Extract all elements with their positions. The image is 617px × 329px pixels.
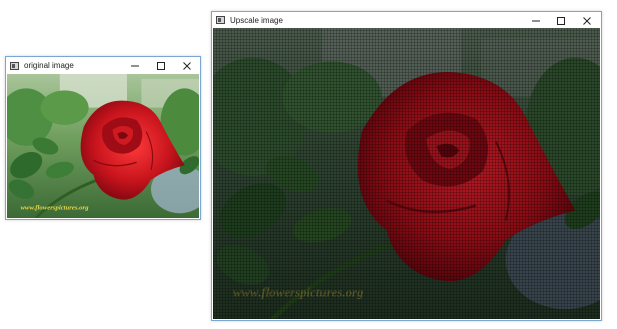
maximize-button[interactable] bbox=[548, 12, 574, 29]
close-button[interactable] bbox=[574, 12, 600, 29]
watermark-text: www.flowerspictures.org bbox=[20, 204, 89, 211]
close-icon bbox=[583, 16, 591, 25]
title-bar[interactable]: Upscale image bbox=[212, 12, 601, 28]
minimize-button[interactable] bbox=[523, 12, 549, 29]
close-button[interactable] bbox=[174, 57, 200, 74]
watermark-text: www.flowerspictures.org bbox=[233, 285, 364, 299]
close-icon bbox=[183, 61, 191, 70]
minimize-button[interactable] bbox=[122, 57, 148, 74]
window-app-icon bbox=[216, 16, 225, 24]
window-title: Upscale image bbox=[230, 15, 283, 25]
rose-photo-upscaled: www.flowerspictures.org bbox=[213, 28, 600, 319]
upscale-image-window[interactable]: Upscale image www.flowerspictures.org bbox=[211, 11, 602, 321]
rose-photo: www.flowerspictures.org bbox=[7, 74, 199, 218]
window-app-icon bbox=[10, 61, 19, 70]
minimize-icon bbox=[131, 65, 139, 66]
image-canvas: www.flowerspictures.org bbox=[213, 28, 600, 319]
window-title: original image bbox=[24, 61, 74, 70]
original-image-window[interactable]: original image www.flowerspictures.org bbox=[5, 56, 201, 220]
image-canvas: www.flowerspictures.org bbox=[7, 74, 199, 218]
minimize-icon bbox=[532, 20, 540, 21]
maximize-button[interactable] bbox=[148, 57, 174, 74]
maximize-icon bbox=[157, 61, 165, 70]
maximize-icon bbox=[557, 16, 565, 25]
title-bar[interactable]: original image bbox=[6, 57, 200, 74]
